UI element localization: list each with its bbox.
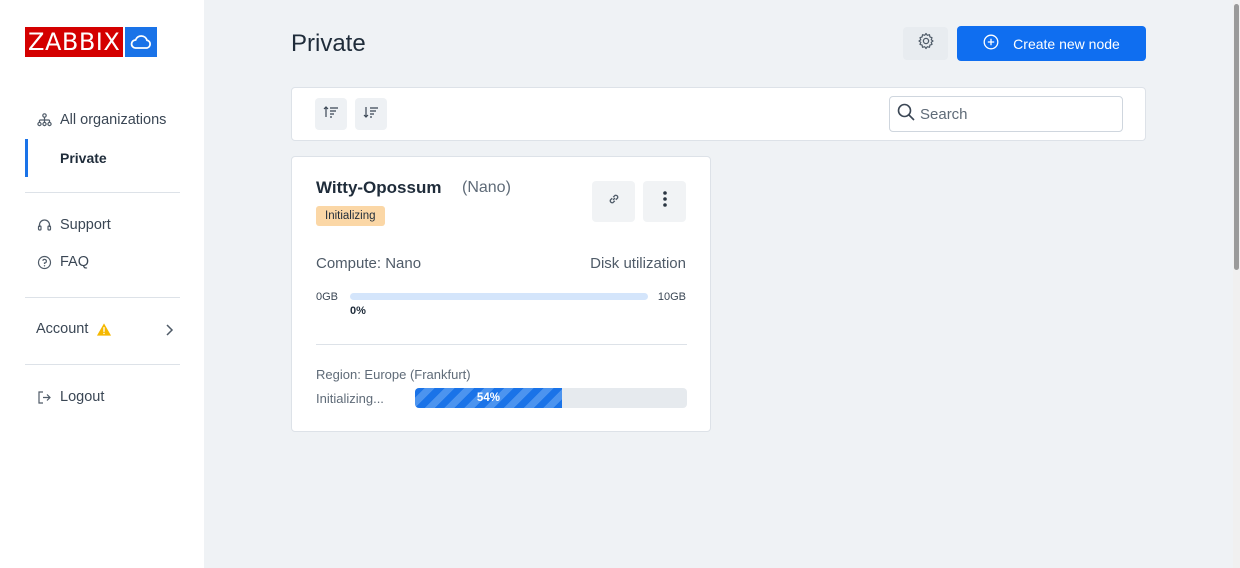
sidebar-item-all-organizations[interactable]: All organizations bbox=[36, 112, 166, 128]
status-badge: Initializing bbox=[316, 206, 385, 226]
sort-descending-icon bbox=[363, 105, 379, 124]
node-card[interactable]: Witty-Opossum (Nano) Initializing Comput… bbox=[291, 156, 711, 432]
toolbar bbox=[291, 87, 1146, 141]
cloud-icon bbox=[125, 27, 158, 57]
sidebar-item-label: Support bbox=[60, 217, 111, 233]
node-name[interactable]: Witty-Opossum bbox=[316, 178, 441, 198]
page-scrollbar[interactable] bbox=[1233, 0, 1240, 568]
sidebar: ZABBIX All organizations Private Support… bbox=[0, 0, 204, 568]
more-vertical-icon bbox=[662, 190, 668, 213]
sidebar-item-support[interactable]: Support bbox=[36, 217, 111, 233]
region-label: Region: Europe (Frankfurt) bbox=[316, 367, 471, 382]
gear-icon bbox=[917, 32, 935, 55]
sidebar-item-logout[interactable]: Logout bbox=[36, 389, 104, 405]
sidebar-item-label: FAQ bbox=[60, 254, 90, 270]
search-box[interactable] bbox=[889, 96, 1123, 132]
logout-icon bbox=[36, 389, 52, 405]
sidebar-item-private[interactable]: Private bbox=[25, 139, 205, 177]
warning-icon bbox=[96, 321, 112, 337]
create-new-node-button[interactable]: Create new node bbox=[957, 26, 1146, 61]
sidebar-item-label: Private bbox=[60, 150, 107, 166]
scrollbar-thumb[interactable] bbox=[1234, 4, 1239, 270]
sidebar-item-label: Logout bbox=[60, 389, 105, 405]
settings-button[interactable] bbox=[903, 27, 948, 60]
initializing-progress-fill: 54% bbox=[415, 388, 562, 408]
disk-percent-label: 0% bbox=[350, 305, 366, 317]
sidebar-divider bbox=[25, 192, 180, 193]
create-new-node-label: Create new node bbox=[1013, 35, 1120, 52]
sidebar-item-faq[interactable]: FAQ bbox=[36, 254, 89, 270]
sort-ascending-button[interactable] bbox=[315, 98, 347, 130]
question-circle-icon bbox=[36, 254, 52, 270]
link-icon bbox=[607, 192, 621, 211]
initializing-percent-label: 54% bbox=[476, 392, 500, 404]
sidebar-item-label: Account bbox=[36, 321, 89, 337]
sort-ascending-icon bbox=[323, 105, 339, 124]
disk-utilization-bar bbox=[350, 293, 648, 300]
compute-label: Compute: Nano bbox=[316, 255, 422, 272]
initializing-progress-bar: 54% bbox=[415, 388, 687, 408]
disk-max-label: 10GB bbox=[657, 291, 686, 303]
disk-min-label: 0GB bbox=[316, 291, 339, 303]
logo-text: ZABBIX bbox=[25, 27, 124, 57]
org-tree-icon bbox=[36, 112, 52, 128]
more-options-button[interactable] bbox=[643, 181, 686, 222]
sidebar-divider bbox=[25, 297, 180, 298]
plus-circle-icon bbox=[983, 34, 999, 53]
sort-descending-button[interactable] bbox=[355, 98, 387, 130]
page-title: Private bbox=[291, 30, 366, 57]
node-size: (Nano) bbox=[462, 179, 511, 196]
search-input[interactable] bbox=[920, 105, 1110, 123]
search-icon bbox=[896, 102, 916, 127]
chevron-right-icon[interactable] bbox=[164, 322, 174, 343]
headset-icon bbox=[36, 217, 52, 233]
disk-utilization-label: Disk utilization bbox=[590, 255, 686, 272]
card-divider bbox=[316, 344, 687, 345]
initializing-label: Initializing... bbox=[316, 391, 384, 406]
copy-link-button[interactable] bbox=[592, 181, 635, 222]
sidebar-divider bbox=[25, 364, 180, 365]
sidebar-item-account[interactable]: Account bbox=[36, 321, 112, 337]
zabbix-cloud-logo[interactable]: ZABBIX bbox=[25, 27, 158, 57]
sidebar-item-label: All organizations bbox=[60, 112, 167, 128]
